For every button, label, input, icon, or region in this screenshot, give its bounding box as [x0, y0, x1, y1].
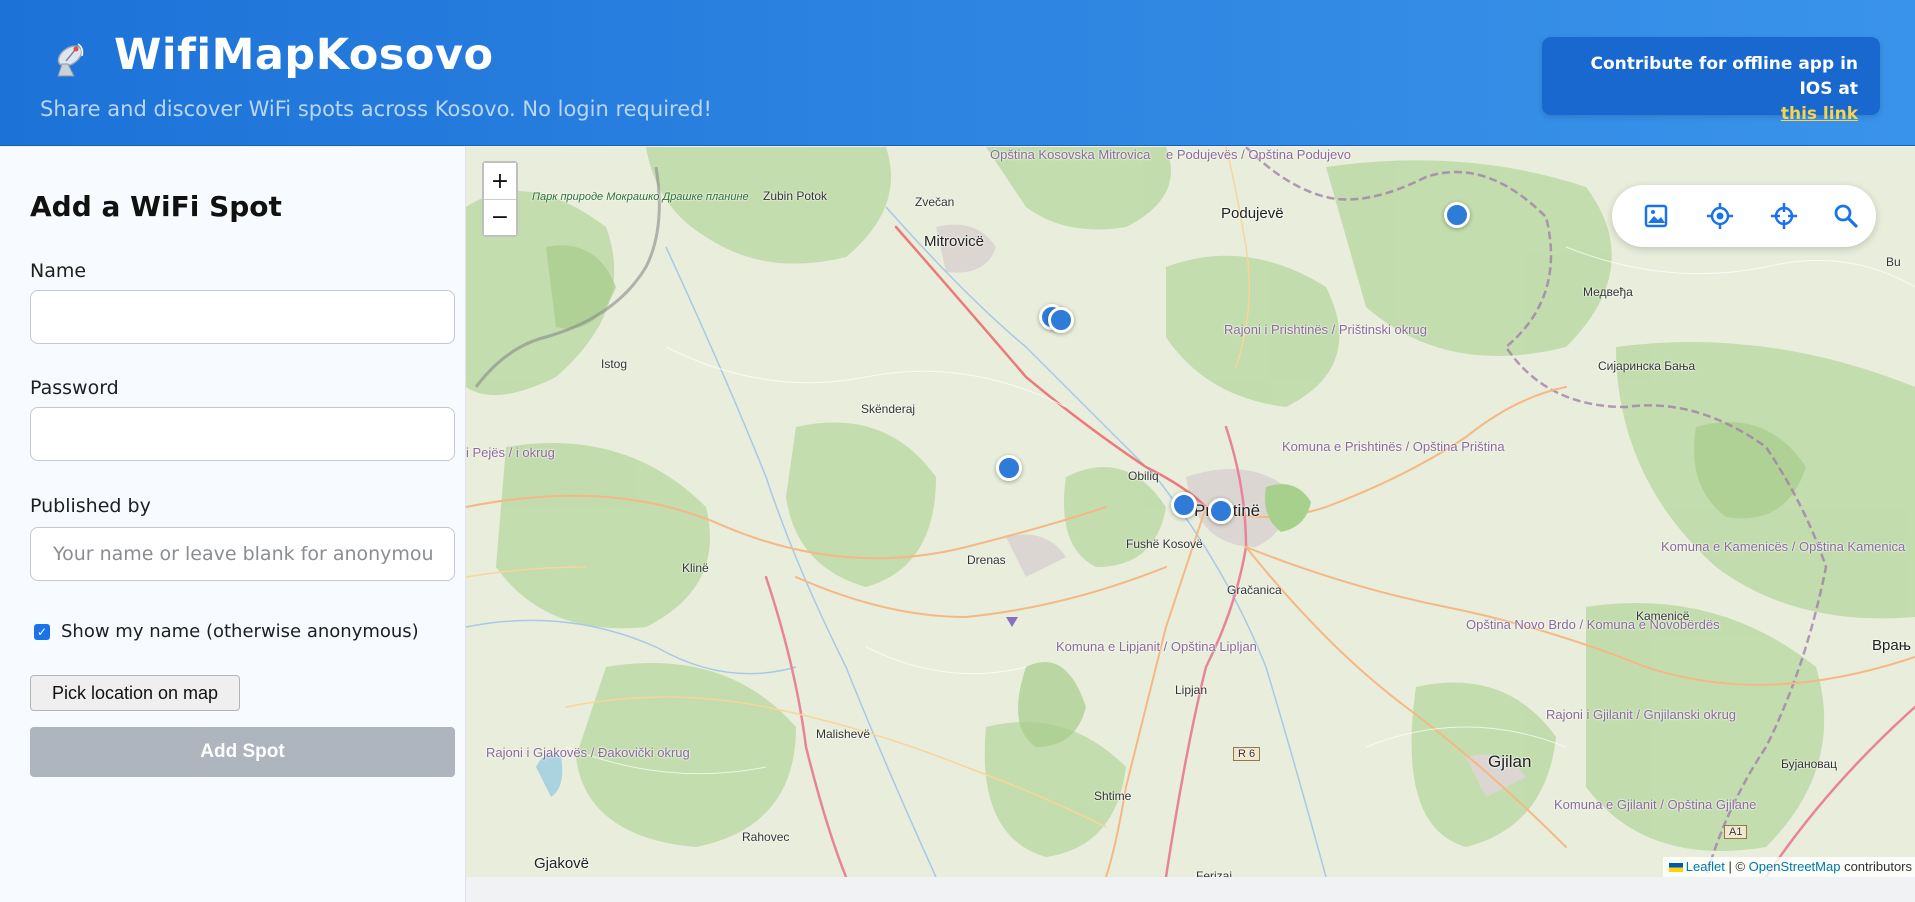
place-drenas: Drenas	[967, 553, 1006, 567]
place-malisheve: Malishevë	[816, 727, 871, 741]
region-prishtina-municipality: Komuna e Prishtinës / Opština Priština	[1282, 439, 1505, 454]
app-header: WifiMapKosovo Share and discover WiFi sp…	[0, 0, 1915, 146]
crosshair-icon[interactable]	[1770, 202, 1798, 230]
show-name-row: ✓ Show my name (otherwise anonymous)	[34, 621, 419, 642]
search-icon[interactable]	[1832, 202, 1860, 230]
contribute-text: Contribute for offline app in IOS at	[1590, 54, 1858, 99]
place-fushe-kosove: Fushë Kosovë	[1126, 537, 1203, 551]
wifi-marker[interactable]	[1444, 202, 1470, 228]
wifi-marker[interactable]	[996, 455, 1022, 481]
map-view[interactable]: Zubin Potok Zvečan Mitrovicë Podujevë Is…	[466, 147, 1915, 877]
name-input[interactable]	[30, 290, 455, 344]
add-spot-panel: Add a WiFi Spot Name Password Published …	[0, 147, 466, 902]
region-gjakova-district: Rajoni i Gjakovës / Đakovički okrug	[486, 745, 690, 760]
place-medvedja: Медвеђа	[1583, 285, 1633, 299]
app-title: WifiMapKosovo	[114, 30, 494, 80]
place-rahovec: Rahovec	[742, 830, 790, 844]
layers-image-icon[interactable]	[1642, 202, 1670, 230]
attribution-suffix: contributors	[1844, 859, 1912, 874]
place-podujeve: Podujevë	[1221, 205, 1284, 222]
region-gjilan-municipality: Komuna e Gjilanit / Opština Gjilane	[1554, 797, 1756, 812]
ukraine-flag-icon	[1668, 863, 1683, 873]
contribute-banner: Contribute for offline app in IOS at thi…	[1542, 37, 1880, 124]
region-lipjan-municipality: Komuna e Lipjanit / Opština Lipljan	[1056, 639, 1257, 654]
road-label-bu: Bu	[1886, 255, 1901, 269]
add-spot-button[interactable]: Add Spot	[30, 727, 455, 777]
place-bujanovac: Бујановац	[1781, 757, 1838, 771]
place-skenderaj: Skënderaj	[861, 402, 916, 416]
place-ferizaj: Ferizaj	[1196, 869, 1233, 877]
region-podujevo-municipality: e Podujevës / Opština Podujevo	[1166, 147, 1352, 162]
place-kline: Klinë	[682, 561, 709, 575]
locate-icon[interactable]	[1706, 202, 1734, 230]
zoom-out-button[interactable]: −	[484, 199, 516, 235]
satellite-dish-icon	[44, 38, 92, 82]
place-gracanica: Gračanica	[1227, 583, 1282, 597]
place-gjakove: Gjakovë	[534, 855, 590, 872]
published-by-input[interactable]	[30, 527, 455, 581]
place-zubin-potok: Zubin Potok	[763, 189, 828, 203]
place-lipjan: Lipjan	[1175, 683, 1208, 697]
attribution-separator: | ©	[1728, 859, 1746, 874]
published-by-label: Published by	[30, 495, 151, 517]
place-obiliq: Obiliq	[1128, 469, 1159, 483]
place-shtime: Shtime	[1094, 789, 1132, 803]
road-label-a1: A1	[1724, 825, 1748, 839]
region-peja-district: i Pejës / i okrug	[466, 445, 555, 460]
place-zvecan: Zvečan	[915, 195, 955, 209]
region-gjilan-district: Rajoni i Gjilanit / Gnjilanski okrug	[1546, 707, 1737, 722]
map-attribution: Leaflet | © OpenStreetMap contributors	[1662, 857, 1915, 877]
place-sijarinska-banja: Сијаринска Бања	[1598, 359, 1696, 373]
wifi-marker[interactable]	[1048, 307, 1074, 333]
form-title: Add a WiFi Spot	[30, 190, 282, 223]
place-gjilan: Gjilan	[1488, 752, 1532, 771]
road-label-r6: R 6	[1233, 747, 1261, 761]
bottom-strip	[466, 877, 1915, 902]
region-prishtina-district: Rajoni i Prishtinës / Prištinski okrug	[1224, 322, 1428, 337]
zoom-in-button[interactable]: +	[484, 163, 516, 199]
password-label: Password	[30, 377, 119, 399]
pick-location-button[interactable]: Pick location on map	[30, 675, 240, 711]
park-label: Парк природе Мокрашко Драшке планине	[532, 191, 749, 204]
place-istog: Istog	[601, 357, 628, 371]
zoom-control: + −	[482, 161, 518, 237]
place-mitrovice: Mitrovicë	[924, 233, 985, 250]
show-name-label: Show my name (otherwise anonymous)	[61, 621, 419, 642]
app-subtitle: Share and discover WiFi spots across Kos…	[40, 97, 712, 121]
wifi-marker[interactable]	[1171, 492, 1197, 518]
map-toolbar	[1612, 185, 1876, 247]
osm-link[interactable]: OpenStreetMap	[1749, 859, 1841, 874]
place-vranje: Врањ	[1872, 637, 1911, 654]
region-kamenica-municipality: Komuna e Kamenicës / Opština Kamenica	[1661, 539, 1905, 554]
leaflet-link[interactable]: Leaflet	[1686, 859, 1725, 874]
wifi-marker[interactable]	[1208, 498, 1234, 524]
region-mitrovica-municipality: Opština Kosovska Mitrovica	[990, 147, 1150, 162]
region-novo-brdo-municipality: Opština Novo Brdo / Komuna e Novobërdës	[1466, 617, 1720, 632]
show-name-checkbox[interactable]: ✓	[34, 623, 50, 640]
name-label: Name	[30, 260, 87, 282]
password-input[interactable]	[30, 407, 455, 461]
contribute-link[interactable]: this link	[1552, 102, 1858, 127]
